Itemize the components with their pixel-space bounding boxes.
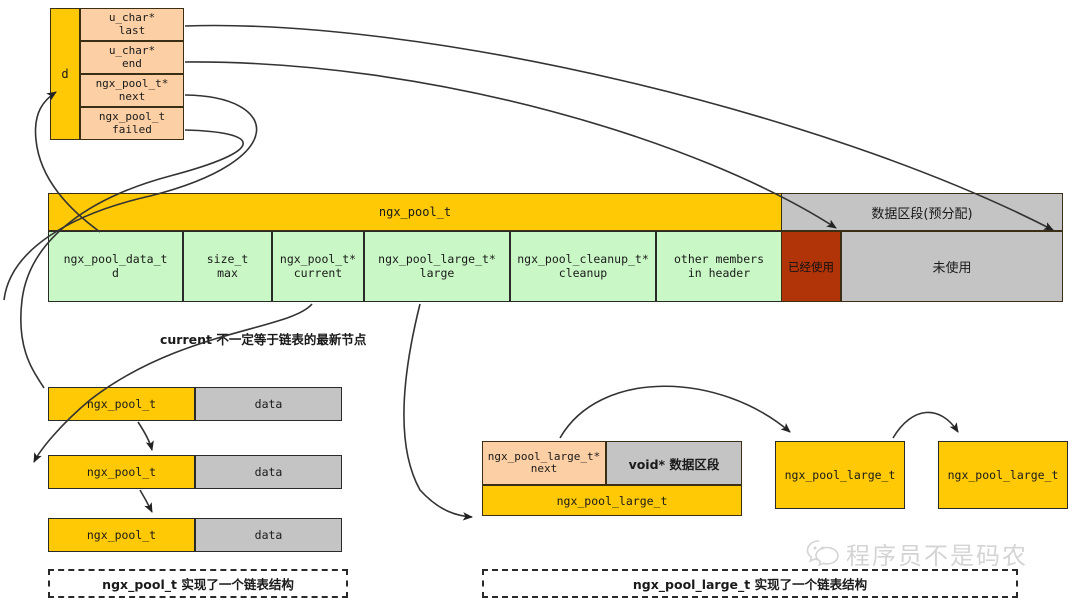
d-field-last: u_char* last — [80, 8, 184, 41]
pool-field-other-members: other members in header — [656, 231, 782, 302]
large-detail-next-type: ngx_pool_large_t* — [487, 449, 601, 463]
pool-data-region-label: 数据区段(预分配) — [781, 193, 1063, 231]
large-detail-next-name: next — [530, 462, 558, 475]
d-field-next-type: ngx_pool_t* — [95, 77, 169, 91]
large-chain-legend: ngx_pool_large_t 实现了一个链表结构 — [482, 569, 1018, 598]
d-field-end-type: u_char* — [108, 44, 156, 58]
pool-field-d: ngx_pool_data_t d — [48, 231, 183, 302]
pool-field-current-name: current — [293, 265, 343, 280]
pool-field-cleanup: ngx_pool_cleanup_t* cleanup — [510, 231, 656, 302]
arrow-large-node0-to-node1 — [892, 411, 959, 439]
d-field-end: u_char* end — [80, 41, 184, 74]
wechat-icon — [806, 540, 839, 567]
pool-field-large: ngx_pool_large_t* large — [364, 231, 510, 302]
watermark-text: 程序员不是码农 — [846, 541, 1028, 570]
pool-field-max-type: size_t — [206, 252, 249, 267]
d-field-last-name: last — [118, 23, 146, 37]
pool-chain-data-label-1: data — [195, 455, 342, 489]
pool-field-large-name: large — [419, 265, 455, 280]
diagram-canvas: d u_char* last u_char* end ngx_pool_t* n… — [0, 0, 1080, 603]
current-note: current 不一定等于链表的最新节点 — [160, 332, 367, 347]
pool-chain-row-2: ngx_pool_t data — [48, 518, 342, 552]
large-node-1: ngx_pool_large_t — [938, 441, 1068, 509]
d-field-failed-type: ngx_pool_t — [98, 110, 166, 124]
pool-field-cleanup-name: cleanup — [558, 265, 608, 280]
pool-field-other-type: other members — [673, 252, 764, 267]
pool-chain-data-label-2: data — [195, 518, 342, 552]
arrow-chain-0-1 — [137, 421, 154, 451]
pool-chain-legend: ngx_pool_t 实现了一个链表结构 — [48, 569, 348, 598]
pool-field-d-type: ngx_pool_data_t — [63, 252, 168, 267]
large-detail-void-cell: void* 数据区段 — [606, 441, 742, 485]
d-struct-label: d — [50, 8, 80, 140]
large-node-0: ngx_pool_large_t — [775, 441, 905, 509]
large-detail-next-cell: ngx_pool_large_t* next — [482, 441, 606, 485]
pool-unused-block: 未使用 — [841, 231, 1063, 302]
pool-chain-node-label-1: ngx_pool_t — [48, 455, 195, 489]
pool-field-current: ngx_pool_t* current — [272, 231, 364, 302]
watermark: 程序员不是码农 — [806, 533, 1074, 573]
pool-chain-data-label-0: data — [195, 387, 342, 421]
d-struct-fields: u_char* last u_char* end ngx_pool_t* nex… — [80, 8, 184, 140]
large-detail-base-label: ngx_pool_large_t — [482, 485, 742, 516]
pool-field-large-type: ngx_pool_large_t* — [378, 252, 496, 267]
arrow-large-to-detail — [403, 303, 473, 521]
pool-field-d-name: d — [112, 265, 119, 280]
pool-field-max: size_t max — [183, 231, 272, 302]
pool-chain-row-1: ngx_pool_t data — [48, 455, 342, 489]
pool-chain-row-0: ngx_pool_t data — [48, 387, 342, 421]
d-field-next: ngx_pool_t* next — [80, 74, 184, 107]
pool-field-cleanup-type: ngx_pool_cleanup_t* — [517, 252, 649, 267]
pool-chain-node-label-0: ngx_pool_t — [48, 387, 195, 421]
arrow-chain-1-2 — [139, 489, 153, 513]
d-field-end-name: end — [122, 56, 142, 70]
d-field-last-type: u_char* — [108, 11, 156, 25]
pool-field-current-type: ngx_pool_t* — [279, 252, 357, 267]
pool-field-max-name: max — [217, 265, 238, 280]
pool-header-label: ngx_pool_t — [48, 193, 782, 231]
d-field-failed: ngx_pool_t failed — [80, 107, 184, 140]
d-field-failed-name: failed — [112, 122, 152, 136]
d-field-next-name: next — [118, 89, 146, 103]
arrow-large-detail-to-node0 — [559, 385, 791, 439]
pool-field-other-name: in header — [687, 265, 751, 280]
pool-used-block: 已经使用 — [781, 231, 841, 302]
pool-chain-node-label-2: ngx_pool_t — [48, 518, 195, 552]
arrow-current-to-node — [33, 303, 313, 463]
